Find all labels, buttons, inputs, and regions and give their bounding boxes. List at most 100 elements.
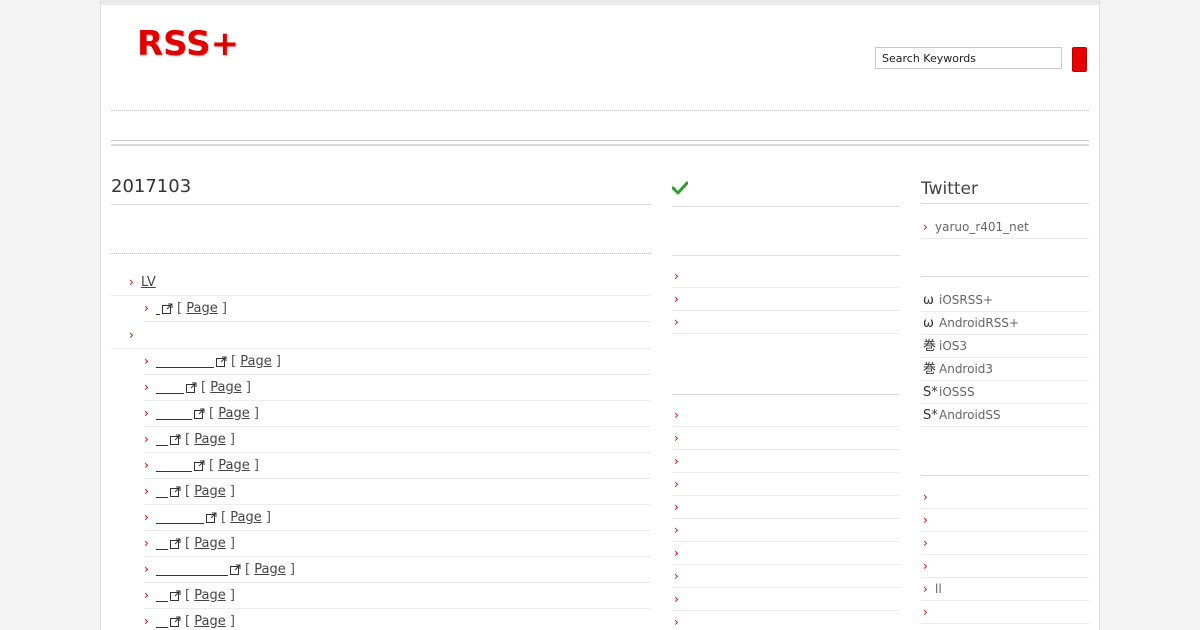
list-item[interactable]: ›[ Page ] xyxy=(144,453,651,479)
chevron-right-icon: › xyxy=(144,536,149,550)
page-link[interactable]: Page xyxy=(254,562,285,577)
chevron-right-icon: › xyxy=(674,477,679,491)
app-link[interactable]: S*iOSSS xyxy=(921,381,1089,404)
item-link[interactable] xyxy=(156,407,192,420)
page-link[interactable]: Page xyxy=(230,510,261,525)
item-link[interactable] xyxy=(156,381,184,394)
page-link[interactable]: Page xyxy=(218,406,249,421)
item-link[interactable] xyxy=(156,355,214,368)
list-item[interactable]: › xyxy=(672,473,900,496)
main-column: 2017103 › LV ›[ Page ] › ›[ Page ] ›[ Pag… xyxy=(111,170,651,630)
item-link[interactable] xyxy=(156,537,168,550)
external-link-icon[interactable] xyxy=(170,616,181,627)
list-item[interactable]: › xyxy=(672,542,900,565)
category-link[interactable]: LV xyxy=(141,275,156,290)
item-link[interactable] xyxy=(156,485,168,498)
external-link-icon[interactable] xyxy=(162,303,173,314)
list-item[interactable]: › xyxy=(672,450,900,473)
app-link[interactable]: S*AndroidSS xyxy=(921,404,1089,427)
list-item[interactable]: ›[ Page ] xyxy=(144,296,651,322)
list-item[interactable]: ›[ Page ] xyxy=(144,375,651,401)
chevron-right-icon: › xyxy=(144,380,149,394)
page-link[interactable]: Page xyxy=(194,432,225,447)
chevron-right-icon: › xyxy=(144,432,149,446)
list-item[interactable]: › xyxy=(672,519,900,542)
list-item[interactable]: ›[ Page ] xyxy=(144,609,651,630)
chevron-right-icon: › xyxy=(144,588,149,602)
list-item[interactable]: › xyxy=(672,565,900,588)
item-link[interactable] xyxy=(156,302,160,315)
category-item[interactable]: › LV xyxy=(111,269,651,296)
chevron-right-icon: › xyxy=(144,354,149,368)
nav-divider xyxy=(111,140,1089,146)
app-link[interactable]: 巻 Android3 xyxy=(921,358,1089,381)
search-input[interactable] xyxy=(875,47,1062,69)
list-item[interactable]: ›[ Page ] xyxy=(144,427,651,453)
list-item[interactable]: ›[ Page ] xyxy=(144,401,651,427)
list-item[interactable]: ›[ Page ] xyxy=(144,583,651,609)
header-divider xyxy=(111,110,1089,111)
search-button[interactable] xyxy=(1072,47,1087,72)
item-link[interactable] xyxy=(156,511,204,524)
chevron-right-icon: › xyxy=(674,592,679,606)
page-link[interactable]: Page xyxy=(186,301,217,316)
sidebar-title: Twitter xyxy=(921,170,1089,204)
list-item[interactable]: ›[ Page ] xyxy=(144,505,651,531)
list-item[interactable]: › xyxy=(672,611,900,630)
page-link[interactable]: Page xyxy=(240,354,271,369)
right-sidebar: Twitter › yaruo_r401_net ω iOSRSS+ ω Androi… xyxy=(921,170,1089,624)
page-link[interactable]: Page xyxy=(218,458,249,473)
list-item[interactable]: › xyxy=(672,288,900,311)
external-link-icon[interactable] xyxy=(206,512,217,523)
item-link[interactable] xyxy=(156,459,192,472)
chevron-right-icon: › xyxy=(144,562,149,576)
app-link[interactable]: 巻 iOS3 xyxy=(921,335,1089,358)
middle-column: › › › › › › › › › › › › › xyxy=(672,170,900,630)
external-link-icon[interactable] xyxy=(194,460,205,471)
page-link[interactable]: Page xyxy=(194,588,225,603)
category-item[interactable]: › xyxy=(111,322,651,349)
list-item[interactable]: ›[ Page ] xyxy=(144,557,651,583)
chevron-right-icon: › xyxy=(674,546,679,560)
list-item[interactable]: › xyxy=(921,555,1089,578)
list-item[interactable]: › xyxy=(672,265,900,288)
list-item[interactable]: ›[ Page ] xyxy=(144,531,651,557)
list-item[interactable]: › xyxy=(672,588,900,611)
site-logo[interactable]: RSS+ xyxy=(137,24,239,64)
list-item[interactable]: › xyxy=(672,311,900,334)
external-link-icon[interactable] xyxy=(186,382,197,393)
chevron-right-icon: › xyxy=(923,605,928,619)
twitter-account-link[interactable]: › yaruo_r401_net xyxy=(921,216,1089,239)
page-link[interactable]: Page xyxy=(194,536,225,551)
external-link-icon[interactable] xyxy=(170,434,181,445)
page-link[interactable]: Page xyxy=(194,484,225,499)
list-item[interactable]: › xyxy=(921,509,1089,532)
chevron-right-icon: › xyxy=(674,454,679,468)
list-item[interactable]: › xyxy=(921,486,1089,509)
external-link-icon[interactable] xyxy=(194,408,205,419)
app-link[interactable]: ω AndroidRSS+ xyxy=(921,312,1089,335)
item-link[interactable] xyxy=(156,615,168,628)
item-link[interactable] xyxy=(156,433,168,446)
list-item[interactable]: › xyxy=(921,601,1089,624)
list-item[interactable]: › ll xyxy=(921,578,1089,601)
external-link-icon[interactable] xyxy=(170,486,181,497)
external-link-icon[interactable] xyxy=(216,356,227,367)
app-link[interactable]: ω iOSRSS+ xyxy=(921,289,1089,312)
middle-header xyxy=(672,170,900,207)
page-link[interactable]: Page xyxy=(194,614,225,629)
chevron-right-icon: › xyxy=(674,431,679,445)
external-link-icon[interactable] xyxy=(170,538,181,549)
page-link[interactable]: Page xyxy=(210,380,241,395)
list-item[interactable]: › xyxy=(921,532,1089,555)
list-item[interactable]: › xyxy=(672,496,900,519)
external-link-icon[interactable] xyxy=(230,564,241,575)
external-link-icon[interactable] xyxy=(170,590,181,601)
item-link[interactable] xyxy=(156,563,228,576)
list-item[interactable]: › xyxy=(672,427,900,450)
list-item[interactable]: ›[ Page ] xyxy=(144,479,651,505)
item-link[interactable] xyxy=(156,589,168,602)
list-item[interactable]: ›[ Page ] xyxy=(144,349,651,375)
app-glyph-icon: 巻 xyxy=(923,362,937,377)
list-item[interactable]: › xyxy=(672,404,900,427)
